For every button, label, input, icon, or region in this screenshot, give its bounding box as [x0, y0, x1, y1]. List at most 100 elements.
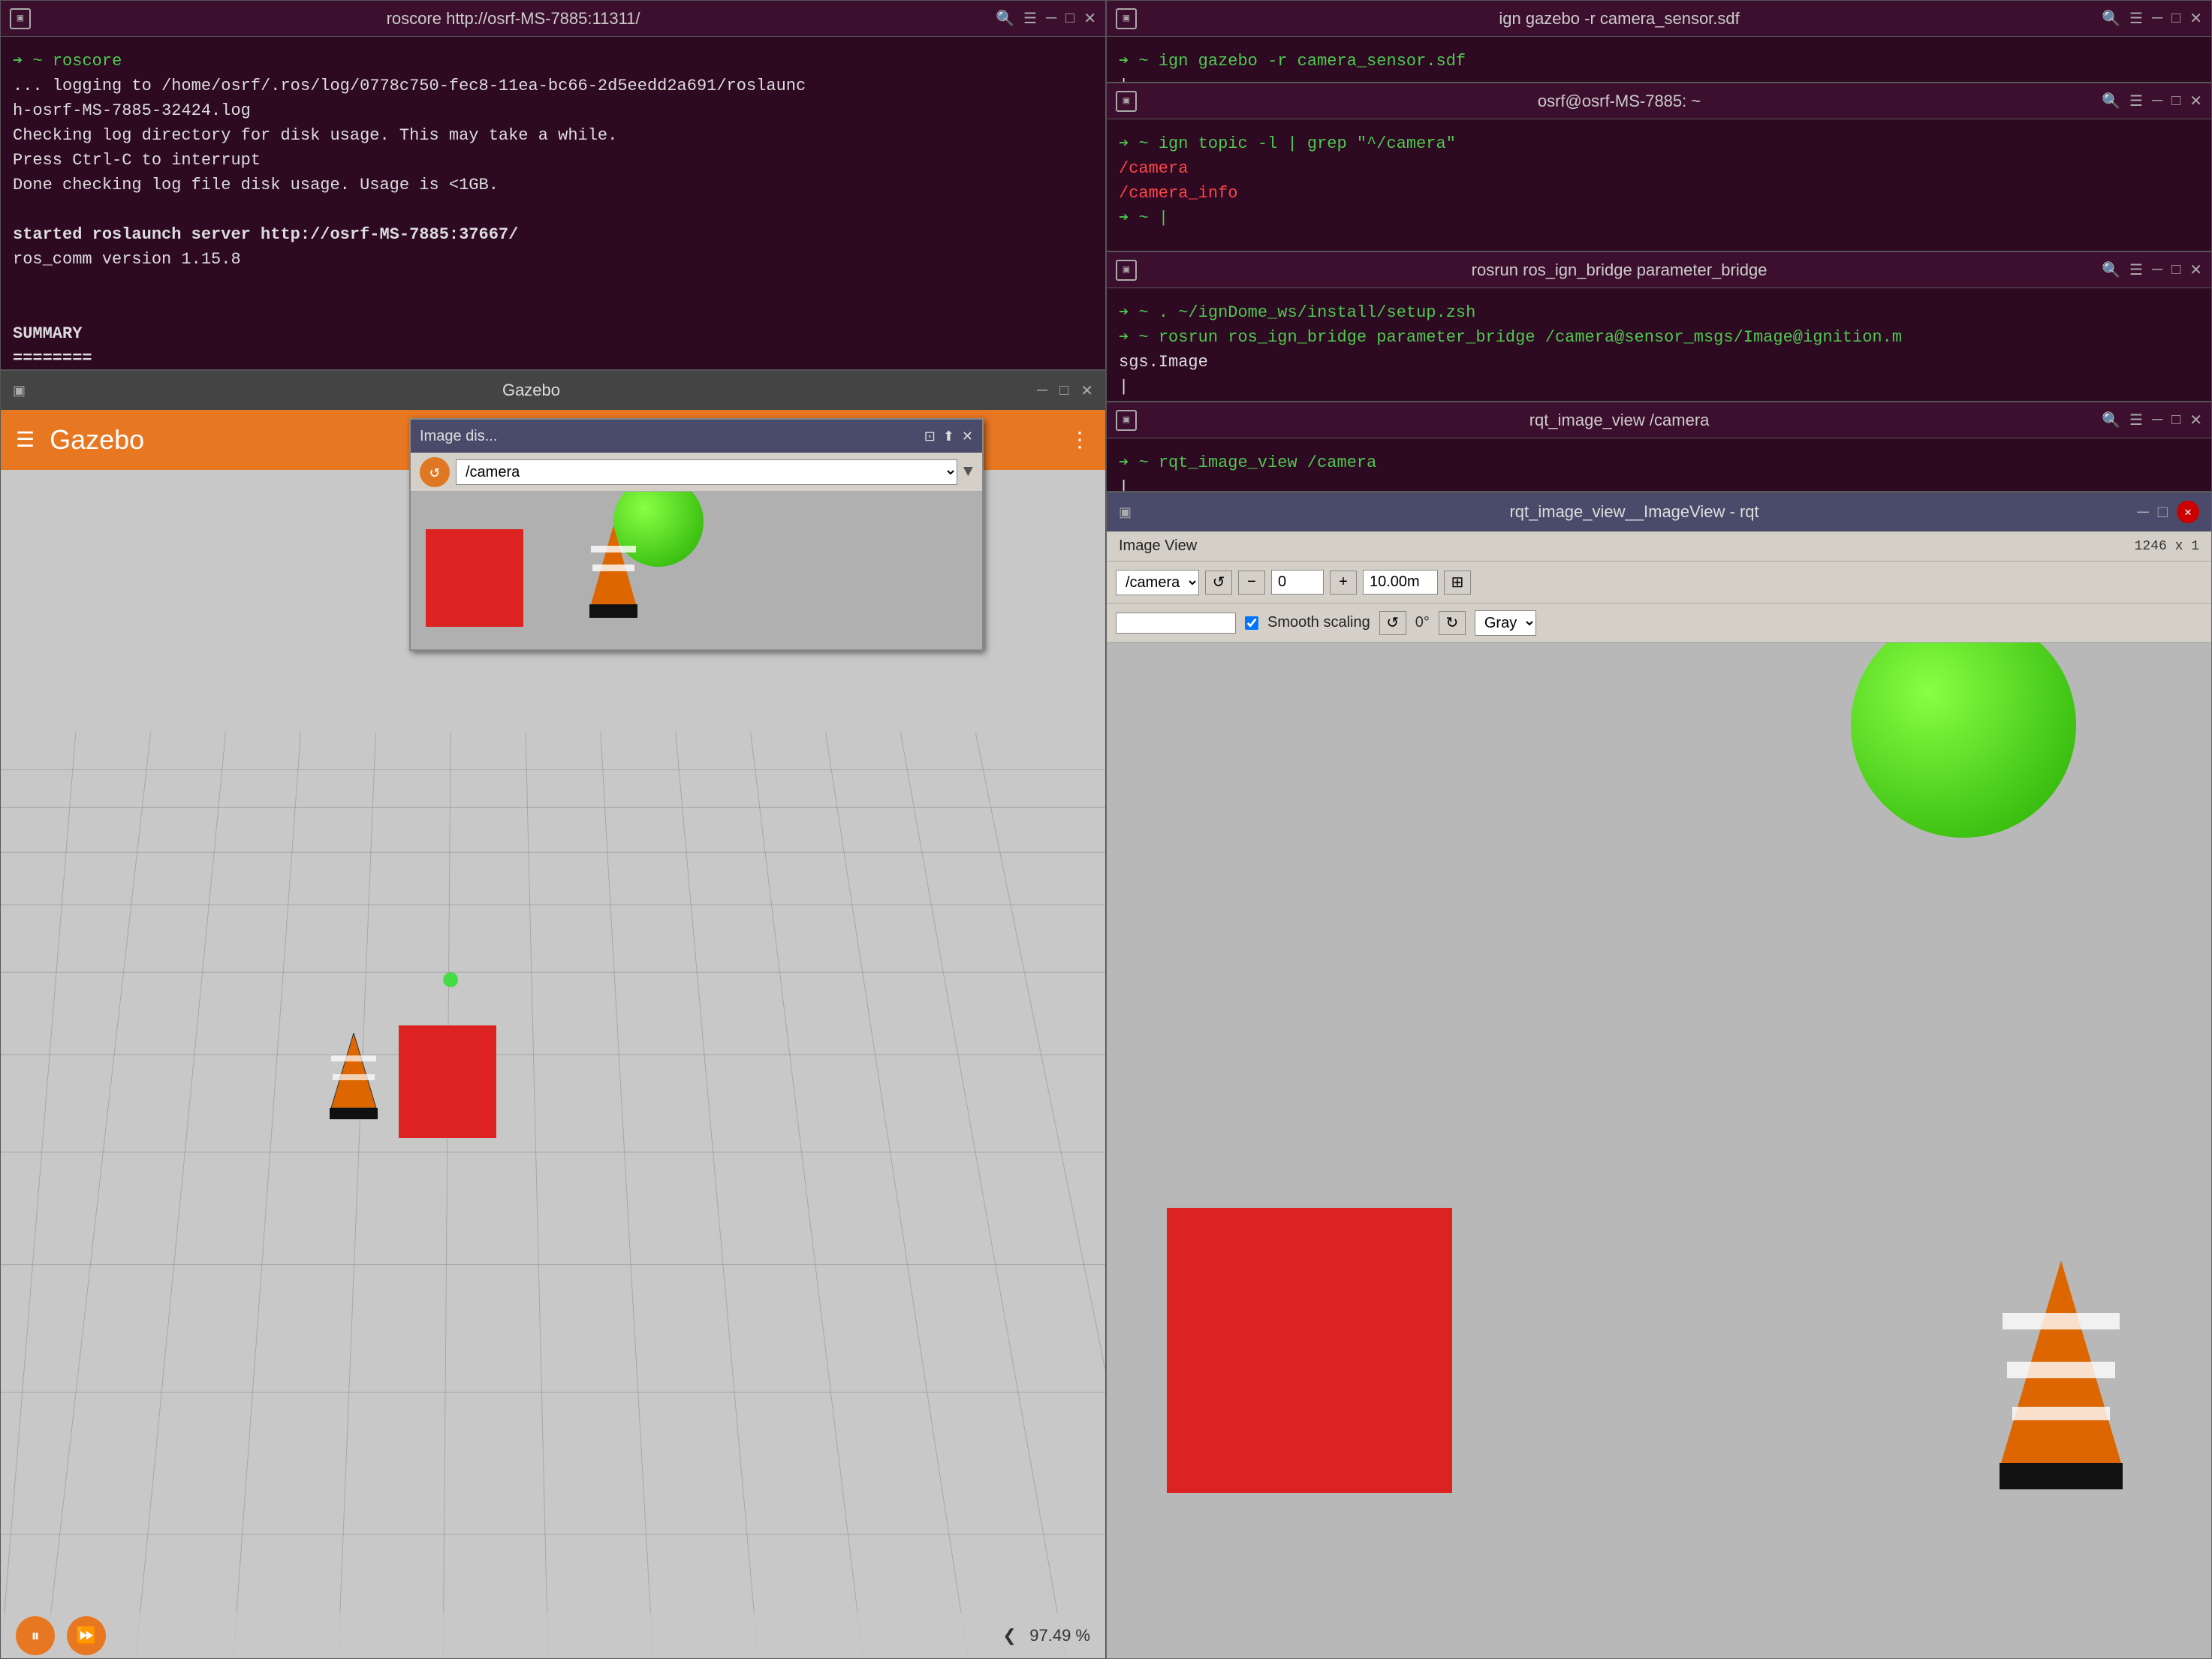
rqt-topic-select[interactable]: /camera — [1116, 570, 1199, 595]
rqt-fit-btn[interactable]: ⊞ — [1444, 571, 1471, 595]
rqt-window-title: rqt_image_view__ImageView - rqt — [1509, 502, 1758, 522]
search-icon[interactable]: 🔍 — [996, 9, 1014, 28]
terminal-rqt: ▣ rqt_image_view /camera 🔍 ☰ ─ □ ✕ ➔ ~ r… — [1106, 402, 2212, 492]
terminal-ign-gazebo: ▣ ign gazebo -r camera_sensor.sdf 🔍 ☰ ─ … — [1106, 0, 2212, 83]
close-btn4[interactable]: ✕ — [2189, 260, 2202, 279]
minimize-btn[interactable]: ─ — [1046, 10, 1056, 27]
terminal-roscore-content: ➔ ~ roscore ... logging to /home/osrf/.r… — [1, 37, 1105, 369]
gazebo-bottom-bar: ⏸ ⏩ ❮ 97.49 % — [1, 1613, 1105, 1658]
rqt-distance-input[interactable] — [1363, 570, 1438, 595]
gazebo-window-title: Gazebo — [502, 381, 560, 400]
rqt-image-view-label: Image View — [1119, 537, 1197, 555]
rqt-titlebar: ▣ rqt_image_view__ImageView - rqt ─ □ ✕ — [1107, 492, 2211, 531]
gazebo-titlebar: ▣ Gazebo ─ □ ✕ — [1, 371, 1105, 410]
menu-icon[interactable]: ☰ — [1023, 9, 1037, 28]
rqt-zoom-input[interactable] — [1271, 570, 1324, 595]
terminal-icon5: ▣ — [1116, 410, 1137, 431]
terminal-ign-gazebo-controls[interactable]: 🔍 ☰ ─ □ ✕ — [2102, 9, 2202, 28]
rqt-search-box[interactable] — [1116, 613, 1236, 634]
terminal-icon3: ▣ — [1116, 91, 1137, 112]
maximize-btn[interactable]: □ — [1065, 10, 1074, 27]
menu-icon2[interactable]: ☰ — [2129, 9, 2143, 28]
terminal-ign-topic-controls[interactable]: 🔍 ☰ ─ □ ✕ — [2102, 92, 2202, 110]
rqt-rotate-btn[interactable]: ↻ — [1439, 611, 1466, 635]
gazebo-minimize-btn[interactable]: ─ — [1037, 382, 1047, 399]
panel-dropdown-icon[interactable]: ▼ — [963, 462, 973, 481]
rqt-window-icon: ▣ — [1119, 504, 1132, 520]
rqt-refresh-btn[interactable]: ↺ — [1205, 571, 1232, 595]
close-btn2[interactable]: ✕ — [2189, 9, 2202, 28]
step-button[interactable]: ⏩ — [67, 1616, 106, 1655]
rqt-reset-btn[interactable]: ↺ — [1379, 611, 1406, 635]
panel-controls[interactable]: ⊡ ⬆ ✕ — [924, 429, 973, 444]
terminal-rqt-content: ➔ ~ rqt_image_view /camera | — [1107, 438, 2211, 491]
rqt-titlebar-controls[interactable]: ─ □ ✕ — [2137, 501, 2199, 523]
terminal-icon2: ▣ — [1116, 8, 1137, 29]
smooth-scaling-checkbox[interactable] — [1245, 616, 1258, 630]
gazebo-maximize-btn[interactable]: □ — [1059, 382, 1068, 399]
rqt-image-view-header: Image View 1246 x 1 — [1107, 531, 2211, 562]
play-controls[interactable]: ⏸ ⏩ — [16, 1616, 106, 1655]
gazebo-close-btn[interactable]: ✕ — [1080, 381, 1093, 400]
more-vert-icon[interactable]: ⋮ — [1069, 427, 1090, 453]
zoom-info: ❮ 97.49 % — [1002, 1626, 1090, 1645]
rqt-green-sphere — [1851, 643, 2076, 838]
rqt-toolbar1: /camera ↺ − + ⊞ — [1107, 562, 2211, 604]
zoom-value: 97.49 % — [1029, 1626, 1090, 1645]
close-btn[interactable]: ✕ — [1083, 9, 1096, 28]
terminal-ign-topic-titlebar: ▣ osrf@osrf-MS-7885: ~ 🔍 ☰ ─ □ ✕ — [1107, 83, 2211, 119]
terminal-rqt-titlebar: ▣ rqt_image_view /camera 🔍 ☰ ─ □ ✕ — [1107, 402, 2211, 438]
terminal-roscore-titlebar: ▣ roscore http://osrf-MS-7885:11311/ 🔍 ☰… — [1, 1, 1105, 37]
terminal-bridge-titlebar: ▣ rosrun ros_ign_bridge parameter_bridge… — [1107, 252, 2211, 288]
menu-icon3[interactable]: ☰ — [2129, 92, 2143, 110]
maximize-btn4[interactable]: □ — [2171, 261, 2180, 279]
search-icon4[interactable]: 🔍 — [2102, 260, 2120, 279]
close-btn3[interactable]: ✕ — [2189, 92, 2202, 110]
rqt-minimize-btn[interactable]: ─ — [2137, 502, 2149, 522]
panel-titlebar: Image dis... ⊡ ⬆ ✕ — [411, 420, 982, 453]
minimize-btn2[interactable]: ─ — [2152, 10, 2162, 27]
rqt-color-mode-select[interactable]: Gray — [1475, 610, 1536, 636]
terminal-ign-topic-content: ➔ ~ ign topic -l | grep "^/camera" /came… — [1107, 119, 2211, 251]
rqt-traffic-cone — [1986, 1253, 2136, 1523]
rqt-zoom-out-btn[interactable]: − — [1238, 571, 1265, 595]
search-icon2[interactable]: 🔍 — [2102, 9, 2120, 28]
menu-icon4[interactable]: ☰ — [2129, 260, 2143, 279]
rqt-info-badge: 1246 x 1 — [2135, 539, 2199, 554]
rqt-zoom-in-btn[interactable]: + — [1330, 571, 1357, 595]
minimize-btn5[interactable]: ─ — [2152, 411, 2162, 429]
minimize-btn4[interactable]: ─ — [2152, 261, 2162, 279]
terminal-rqt-controls[interactable]: 🔍 ☰ ─ □ ✕ — [2102, 411, 2202, 429]
panel-detach-icon[interactable]: ⬆ — [943, 429, 954, 444]
panel-image-area — [411, 492, 982, 649]
minimize-btn3[interactable]: ─ — [2152, 92, 2162, 110]
pause-button[interactable]: ⏸ — [16, 1616, 55, 1655]
maximize-btn5[interactable]: □ — [2171, 411, 2180, 429]
hamburger-icon[interactable]: ☰ — [16, 427, 35, 453]
close-btn5[interactable]: ✕ — [2189, 411, 2202, 429]
panel-expand-icon[interactable]: ⊡ — [924, 429, 936, 444]
maximize-btn2[interactable]: □ — [2171, 10, 2180, 27]
terminal-bridge-content: ➔ ~ . ~/ignDome_ws/install/setup.zsh ➔ ~… — [1107, 288, 2211, 401]
maximize-btn3[interactable]: □ — [2171, 92, 2180, 110]
terminal-bridge: ▣ rosrun ros_ign_bridge parameter_bridge… — [1106, 251, 2212, 402]
search-icon3[interactable]: 🔍 — [2102, 92, 2120, 110]
menu-icon5[interactable]: ☰ — [2129, 411, 2143, 429]
gazebo-cone1 — [324, 1033, 384, 1138]
panel-topic-select[interactable]: /camera — [456, 459, 957, 485]
rqt-red-box — [1167, 1208, 1452, 1493]
terminal-icon4: ▣ — [1116, 260, 1137, 281]
panel-close-icon[interactable]: ✕ — [962, 429, 973, 444]
gazebo-app-title: Gazebo — [50, 424, 144, 456]
terminal-ign-gazebo-titlebar: ▣ ign gazebo -r camera_sensor.sdf 🔍 ☰ ─ … — [1107, 1, 2211, 37]
rqt-maximize-btn[interactable]: □ — [2158, 502, 2168, 522]
gazebo-window-controls[interactable]: ─ □ ✕ — [1037, 381, 1093, 400]
rqt-close-btn[interactable]: ✕ — [2177, 501, 2199, 523]
gazebo-red-box — [399, 1025, 496, 1138]
terminal-roscore-controls[interactable]: 🔍 ☰ ─ □ ✕ — [996, 9, 1096, 28]
rqt-image-area — [1107, 643, 2211, 1658]
panel-refresh-btn[interactable]: ↺ — [420, 457, 450, 487]
terminal-ign-topic-title: osrf@osrf-MS-7885: ~ — [1137, 92, 2102, 111]
terminal-bridge-controls[interactable]: 🔍 ☰ ─ □ ✕ — [2102, 260, 2202, 279]
search-icon5[interactable]: 🔍 — [2102, 411, 2120, 429]
